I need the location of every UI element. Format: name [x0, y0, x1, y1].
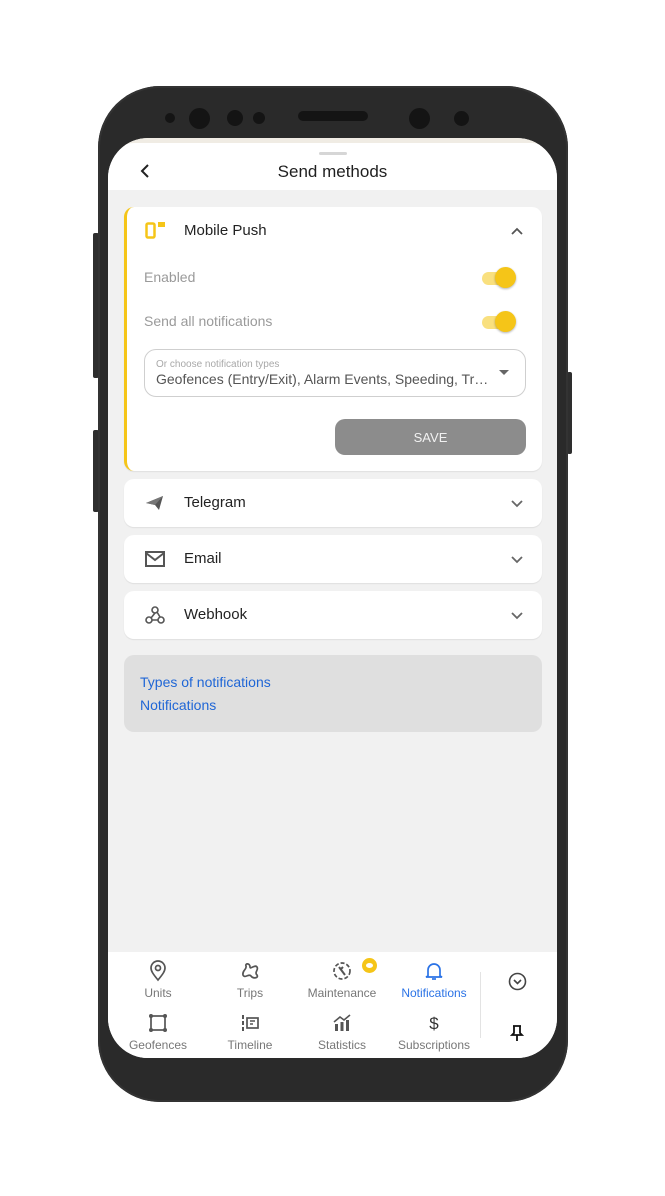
- bell-icon: [425, 963, 443, 980]
- email-icon: [145, 551, 165, 567]
- select-value: Geofences (Entry/Exit), Alarm Events, Sp…: [156, 371, 489, 387]
- chevron-down-icon: [511, 612, 523, 620]
- mobile-push-icon: [145, 222, 165, 239]
- nav-geofences[interactable]: Geofences: [112, 1012, 204, 1052]
- sensor-dot: [227, 110, 243, 126]
- webhook-header[interactable]: Webhook: [124, 591, 542, 639]
- geofence-square-icon: [149, 1014, 167, 1032]
- webhook-icon: [145, 606, 165, 624]
- chevron-down-circle-icon: [508, 972, 527, 991]
- method-card-mobile-push: Mobile Push Enabled Send all notificatio…: [124, 207, 542, 471]
- nav-notifications[interactable]: Notifications: [388, 960, 480, 1000]
- statistics-icon: [333, 1014, 351, 1031]
- enabled-label: Enabled: [144, 269, 196, 285]
- eye-icon: [362, 958, 377, 973]
- method-card-email: Email: [124, 535, 542, 583]
- chevron-down-icon: [511, 500, 523, 508]
- send-all-label: Send all notifications: [144, 313, 273, 329]
- chevron-down-icon: [511, 556, 523, 564]
- header-bar: Send methods: [108, 143, 557, 190]
- email-header[interactable]: Email: [124, 535, 542, 583]
- dollar-icon: $: [429, 1014, 439, 1033]
- nav-divider: [480, 972, 481, 1038]
- telegram-icon: [146, 496, 163, 510]
- enabled-toggle[interactable]: [482, 266, 516, 288]
- nav-label: Statistics: [317, 1038, 366, 1052]
- nav-label: Units: [144, 986, 172, 1000]
- method-card-webhook: Webhook: [124, 591, 542, 639]
- chevron-up-icon: [511, 227, 523, 235]
- route-icon: [242, 963, 259, 979]
- method-card-telegram: Telegram: [124, 479, 542, 527]
- nav-trips[interactable]: Trips: [204, 960, 296, 1000]
- timeline-icon: [242, 1015, 259, 1031]
- sensor-dot: [165, 113, 175, 123]
- nav-label: Timeline: [227, 1038, 273, 1052]
- nav-label: Trips: [236, 986, 264, 1000]
- app-screen: Send methods Mobile Push Enabled Send al…: [108, 138, 557, 1058]
- select-label: Or choose notification types: [156, 359, 280, 370]
- sensor-dot: [454, 111, 469, 126]
- nav-subscriptions[interactable]: $ Subscriptions: [388, 1012, 480, 1052]
- pin-nav-button[interactable]: [509, 1024, 525, 1047]
- collapse-nav-button[interactable]: [508, 972, 527, 996]
- sheet-grabber[interactable]: [319, 152, 347, 155]
- front-camera: [189, 108, 210, 129]
- pin-icon: [509, 1025, 525, 1041]
- nav-label: Maintenance: [307, 986, 377, 1000]
- send-all-toggle[interactable]: [482, 310, 516, 332]
- earpiece-speaker: [298, 111, 368, 121]
- location-pin-icon: [150, 960, 166, 982]
- related-links: Types of notifications Notifications: [124, 655, 542, 732]
- dropdown-caret-icon: [499, 370, 509, 375]
- telegram-header[interactable]: Telegram: [124, 479, 542, 527]
- link-types-of-notifications[interactable]: Types of notifications: [140, 674, 271, 690]
- nav-label: Notifications: [401, 986, 467, 1000]
- mobile-push-header[interactable]: Mobile Push: [127, 207, 542, 255]
- nav-units[interactable]: Units: [112, 960, 204, 1000]
- front-camera-2: [409, 108, 430, 129]
- maintenance-icon: [333, 962, 351, 980]
- method-title: Mobile Push: [184, 222, 267, 239]
- sensor-dot: [253, 112, 265, 124]
- method-title: Webhook: [184, 606, 248, 623]
- nav-label: Subscriptions: [397, 1038, 471, 1052]
- method-title: Telegram: [184, 494, 246, 511]
- nav-label: Geofences: [128, 1038, 188, 1052]
- nav-statistics[interactable]: Statistics: [296, 1012, 388, 1052]
- save-button[interactable]: SAVE: [335, 419, 526, 455]
- page-title: Send methods: [277, 162, 388, 181]
- method-title: Email: [184, 550, 222, 567]
- bottom-navigation: Units Trips Maintenance Notifications Ge…: [108, 952, 557, 1058]
- link-notifications[interactable]: Notifications: [140, 697, 216, 713]
- notification-types-select[interactable]: Or choose notification types Geofences (…: [144, 349, 526, 397]
- svg-text:$: $: [429, 1014, 439, 1033]
- nav-timeline[interactable]: Timeline: [204, 1012, 296, 1052]
